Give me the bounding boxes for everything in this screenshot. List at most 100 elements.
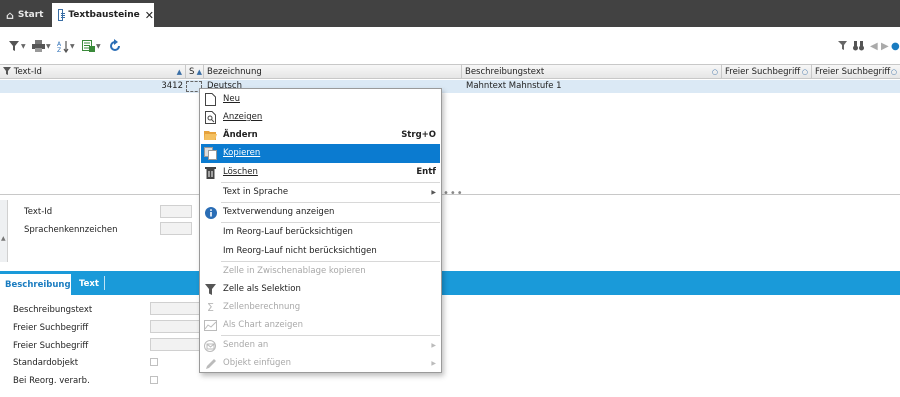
sort-asc-icon: ▲ — [196, 68, 202, 76]
suchbegriff-2-label: Freier Suchbegriff — [13, 341, 89, 351]
tab-textbausteine[interactable]: Textbausteine ✕ — [52, 3, 154, 27]
copy-icon — [203, 146, 218, 161]
menu-item-aendern[interactable]: Ändern Strg+O — [201, 126, 440, 145]
menu-item-label: Anzeigen — [223, 112, 263, 122]
filter-clear-icon — [838, 41, 847, 50]
column-header-suchbegriff-1[interactable]: Freier Suchbegriff ○ — [722, 65, 812, 79]
refresh-icon — [110, 39, 120, 51]
menu-item-chart: Als Chart anzeigen — [201, 316, 440, 335]
table-row[interactable]: 3412 Deutsch Mahntext Mahnstufe 1 — [0, 80, 900, 93]
column-label: Text-Id — [13, 67, 42, 77]
suchbegriff-1-label: Freier Suchbegriff — [13, 323, 89, 333]
standardobjekt-label: Standardobjekt — [13, 358, 79, 368]
app-window: ⌂ Start Textbausteine ✕ ▼ ▼ AZ ▼ ▼ ◀ ▶ ●… — [0, 0, 900, 397]
chevron-down-icon: ▼ — [21, 42, 26, 50]
menu-item-label: Als Chart anzeigen — [223, 320, 304, 330]
menu-item-zelle-selektion[interactable]: Zelle als Selektion — [201, 280, 440, 299]
menu-item-label: Zelle in Zwischenablage kopieren — [223, 266, 366, 276]
menu-item-label: Zellenberechnung — [223, 302, 301, 312]
bottom-tab-bar: Beschreibung Text — [0, 271, 900, 295]
export-excel-icon — [82, 40, 95, 52]
beschreibungstext-label: Beschreibungstext — [13, 305, 93, 315]
menu-item-label: Text in Sprache — [223, 187, 289, 197]
menu-item-label: Zelle als Selektion — [223, 284, 301, 294]
new-document-icon — [203, 92, 218, 107]
column-label: Freier Suchbegriff — [725, 67, 801, 77]
menu-item-anzeigen[interactable]: Anzeigen — [201, 108, 440, 127]
chevron-up-icon[interactable]: ▲ — [1, 235, 6, 242]
menu-item-text-in-sprache[interactable]: Text in Sprache ▶ — [201, 183, 440, 202]
cell-text-id[interactable]: 3412 — [0, 80, 183, 93]
filter-clear-button[interactable] — [838, 41, 848, 54]
tab-text[interactable]: Text — [79, 271, 105, 295]
folder-open-icon — [203, 128, 218, 143]
column-label: S — [189, 67, 195, 77]
column-header-suchbegriff-2[interactable]: Freier Suchbegriff ○ — [812, 65, 900, 79]
column-label: Bezeichnung — [207, 67, 262, 77]
menu-item-reorg-include[interactable]: Im Reorg-Lauf berücksichtigen — [201, 223, 440, 242]
standardobjekt-checkbox[interactable] — [150, 358, 158, 366]
pencil-icon — [203, 356, 218, 371]
cell-beschreibung[interactable]: Mahntext Mahnstufe 1 — [466, 80, 716, 93]
column-header-bezeichnung[interactable]: Bezeichnung — [204, 65, 462, 79]
text-id-field[interactable] — [160, 205, 192, 218]
bottom-panel: Beschreibungstext Freier Suchbegriff Fre… — [0, 295, 900, 397]
suchbegriff-1-field[interactable] — [150, 320, 200, 333]
menu-item-textverwendung[interactable]: Textverwendung anzeigen — [201, 203, 440, 222]
sigma-icon: Σ — [207, 301, 214, 314]
print-button[interactable]: ▼ — [32, 39, 51, 53]
menu-item-label: Objekt einfügen — [223, 358, 292, 368]
chart-icon — [203, 318, 218, 333]
trash-icon — [203, 165, 218, 180]
menu-item-reorg-exclude[interactable]: Im Reorg-Lauf nicht berücksichtigen — [201, 242, 440, 261]
beschreibungstext-field[interactable] — [150, 302, 200, 315]
menu-item-label: Textverwendung anzeigen — [223, 207, 335, 217]
export-button[interactable]: ▼ — [82, 39, 101, 53]
text-id-label: Text-Id — [24, 207, 53, 217]
nav-left-icon[interactable]: ◀ — [870, 41, 878, 52]
document-icon — [58, 9, 66, 21]
sort-asc-icon: ▲ — [176, 68, 182, 76]
nav-right-icon[interactable]: ▶ — [881, 41, 889, 52]
tab-active-label: Textbausteine — [68, 10, 140, 20]
info-icon — [203, 205, 218, 220]
send-icon — [203, 338, 218, 353]
menu-item-label: Löschen — [223, 167, 258, 177]
column-header-s[interactable]: S ▲ — [186, 65, 204, 79]
filter-icon — [203, 282, 218, 297]
chevron-right-icon: ▶ — [431, 189, 436, 196]
sort-az-icon: AZ — [57, 40, 69, 53]
splitter-handle-icon[interactable]: ••• — [443, 188, 464, 199]
binoculars-icon — [853, 41, 864, 51]
tab-beschreibung[interactable]: Beschreibung — [0, 271, 71, 295]
column-label: Beschreibungstext — [465, 67, 545, 77]
search-button[interactable] — [853, 41, 864, 54]
menu-item-kopieren[interactable]: Kopieren — [201, 144, 440, 163]
menu-item-neu[interactable]: Neu — [201, 90, 440, 109]
menu-item-loeschen[interactable]: Löschen Entf — [201, 163, 440, 182]
menu-item-zellenberechnung: Σ Zellenberechnung — [201, 298, 440, 317]
column-header-text-id[interactable]: Text-Id ▲ — [0, 65, 186, 79]
chevron-right-icon: ▶ — [431, 342, 436, 349]
print-icon — [32, 40, 45, 52]
filter-icon — [9, 41, 19, 51]
chevron-down-icon: ▼ — [70, 42, 75, 50]
close-icon[interactable]: ✕ — [145, 9, 154, 22]
tab-start[interactable]: ⌂ Start — [0, 3, 51, 27]
column-option-icon: ○ — [711, 68, 718, 76]
sprache-label: Sprachenkennzeichen — [24, 225, 118, 235]
menu-item-shortcut: Entf — [416, 167, 436, 177]
sort-button[interactable]: AZ ▼ — [57, 39, 75, 53]
suchbegriff-2-field[interactable] — [150, 338, 200, 351]
column-header-beschreibungstext[interactable]: Beschreibungstext ○ — [462, 65, 722, 79]
menu-item-shortcut: Strg+O — [401, 130, 436, 140]
sprache-field[interactable] — [160, 222, 192, 235]
column-option-icon: ○ — [890, 68, 897, 76]
filter-button[interactable]: ▼ — [8, 39, 26, 53]
column-label: Freier Suchbegriff — [815, 67, 891, 77]
tab-separator — [104, 276, 105, 290]
refresh-button[interactable] — [108, 39, 122, 53]
column-option-icon: ○ — [801, 68, 808, 76]
dot-icon[interactable]: ● — [891, 41, 900, 52]
reorg-checkbox[interactable] — [150, 376, 158, 384]
